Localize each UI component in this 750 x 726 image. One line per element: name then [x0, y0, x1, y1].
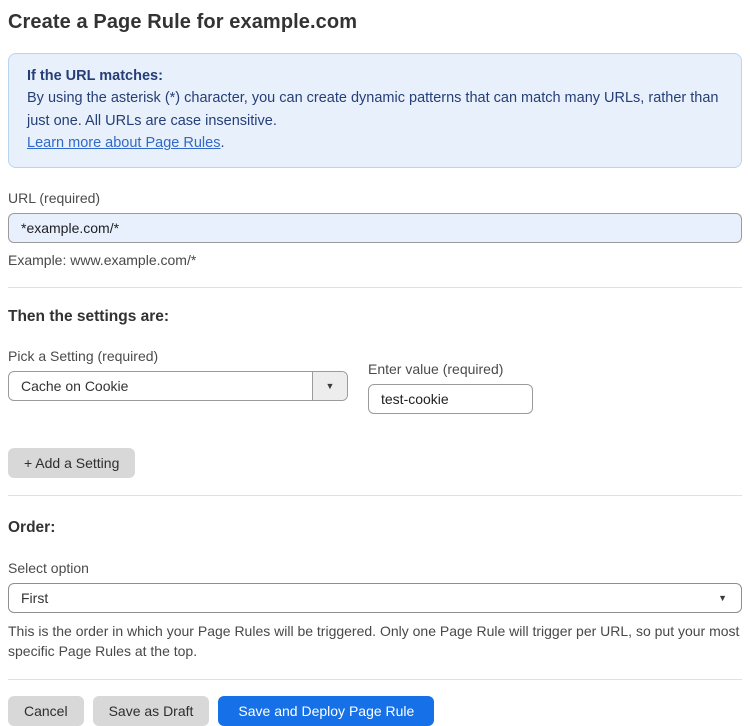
- page-title: Create a Page Rule for example.com: [8, 11, 358, 33]
- cancel-button[interactable]: Cancel: [8, 695, 84, 726]
- url-field-helper: Example: www.example.com/*: [8, 251, 197, 268]
- divider-before-footer: [8, 678, 742, 680]
- footer-actions: Cancel Save as Draft Save and Deploy Pag…: [8, 695, 742, 726]
- setting-picker-column: Pick a Setting (required) Cache on Cooki…: [8, 348, 348, 402]
- order-heading: Order:: [8, 519, 56, 537]
- settings-heading: Then the settings are:: [8, 308, 170, 326]
- order-select[interactable]: First ▼: [8, 583, 742, 614]
- order-select-label: Select option: [8, 560, 89, 577]
- chevron-down-icon[interactable]: ▼: [312, 372, 347, 401]
- url-input[interactable]: [8, 212, 742, 243]
- learn-more-link[interactable]: Learn more about Page Rules: [27, 135, 220, 151]
- link-suffix: .: [220, 135, 225, 152]
- url-match-info-box: If the URL matches: By using the asteris…: [8, 53, 742, 168]
- order-helper-text: This is the order in which your Page Rul…: [8, 623, 740, 660]
- setting-picker-label: Pick a Setting (required): [8, 348, 159, 365]
- setting-dropdown[interactable]: Cache on Cookie ▼: [8, 371, 348, 402]
- save-deploy-button[interactable]: Save and Deploy Page Rule: [218, 695, 435, 726]
- setting-dropdown-value: Cache on Cookie: [21, 378, 129, 395]
- divider-after-settings: [8, 495, 742, 497]
- order-select-value: First: [21, 590, 49, 607]
- divider-after-url: [8, 287, 742, 289]
- setting-value-input[interactable]: [368, 384, 533, 415]
- add-setting-button[interactable]: + Add a Setting: [8, 448, 136, 479]
- page-rule-form: Create a Page Rule for example.com If th…: [0, 0, 750, 726]
- settings-row: Pick a Setting (required) Cache on Cooki…: [8, 348, 742, 415]
- setting-value-column: Enter value (required): [368, 361, 533, 415]
- chevron-down-icon: ▼: [718, 593, 727, 604]
- save-draft-button[interactable]: Save as Draft: [92, 695, 210, 726]
- setting-value-label: Enter value (required): [368, 361, 504, 378]
- info-box-heading: If the URL matches:: [27, 68, 163, 84]
- info-box-body: By using the asterisk (*) character, you…: [27, 90, 719, 129]
- url-field-label: URL (required): [8, 189, 101, 206]
- info-box-link-line: Learn more about Page Rules.: [27, 132, 723, 154]
